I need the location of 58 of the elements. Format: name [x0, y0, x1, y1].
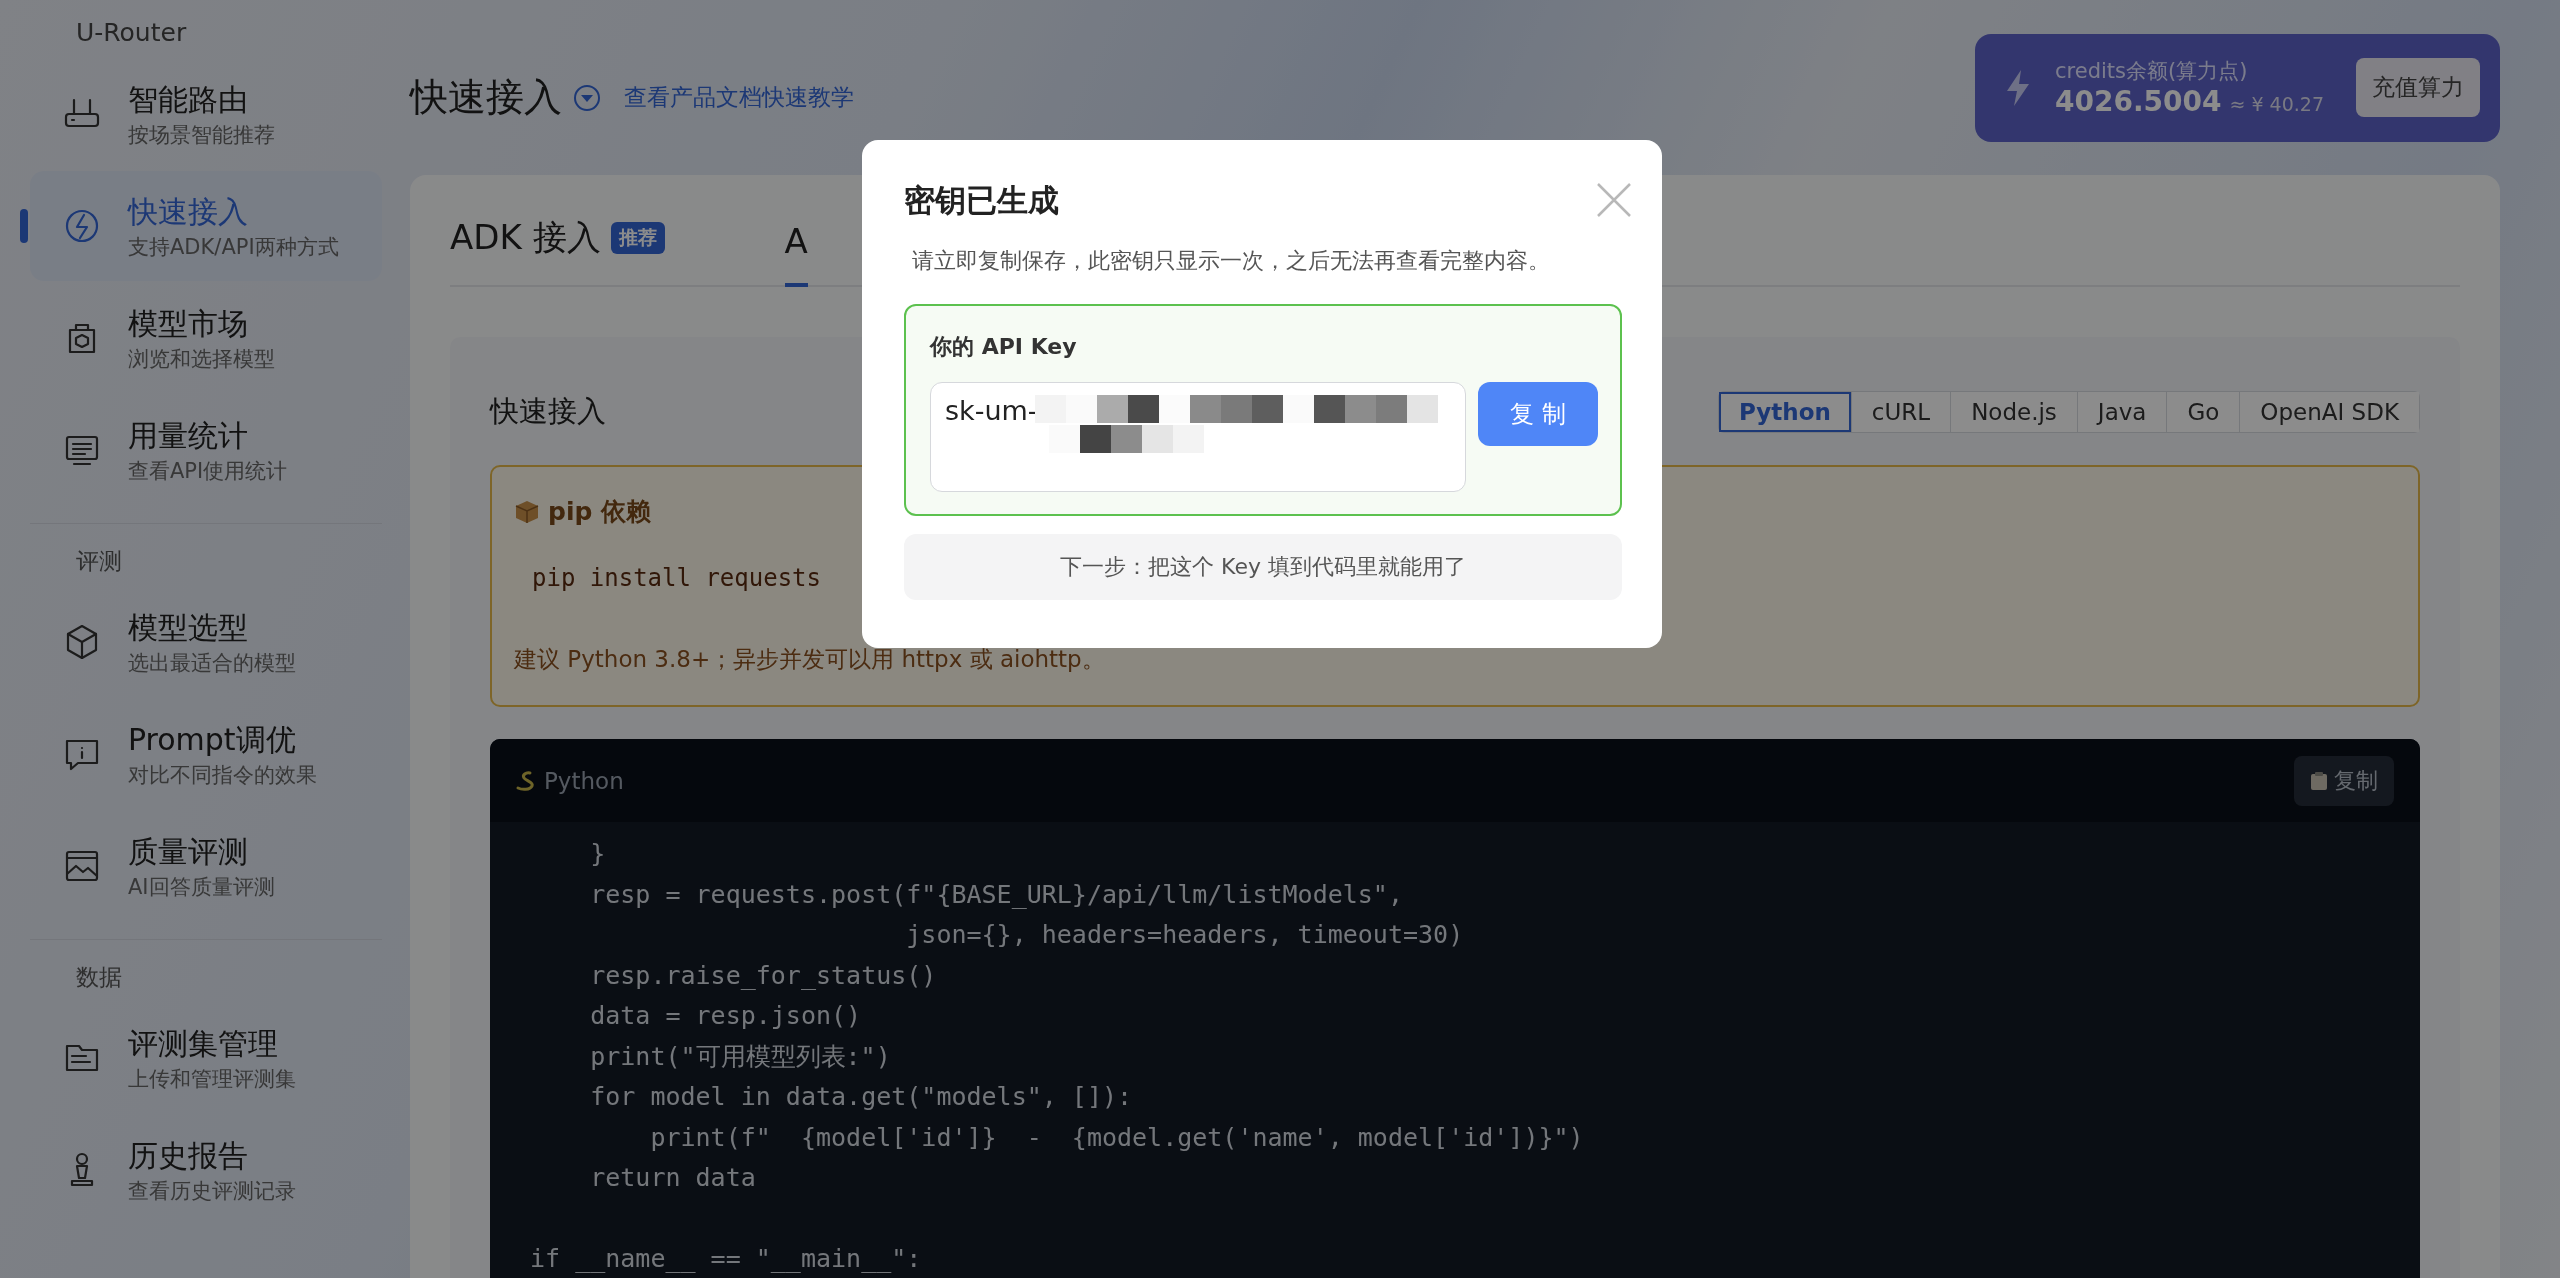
copy-key-button[interactable]: 复 制: [1478, 382, 1598, 446]
credits-label: credits余额(算力点): [2055, 58, 2249, 85]
sidebar-item-subtitle: 对比不同指令的效果: [128, 761, 317, 789]
close-button[interactable]: [1596, 182, 1632, 218]
sidebar-item[interactable]: 模型市场 浏览和选择模型: [30, 283, 382, 393]
section-title: 快速接入: [490, 393, 606, 430]
sidebar-item[interactable]: 评测集管理 上传和管理评测集: [30, 1003, 382, 1113]
api-key-field[interactable]: sk-um-: [930, 382, 1466, 492]
dialog-title: 密钥已生成: [904, 181, 1059, 220]
next-step-hint: 下一步：把这个 Key 填到代码里就能用了: [904, 534, 1622, 600]
pip-command: pip install requests: [532, 564, 821, 592]
sidebar-item-subtitle: 支持ADK/API两种方式: [128, 233, 339, 261]
section-label: 评测: [75, 547, 123, 576]
clipboard-icon: [2310, 770, 2328, 791]
sidebar-item-subtitle: 选出最适合的模型: [128, 649, 296, 677]
sidebar-item-subtitle: AI回答质量评测: [128, 873, 275, 901]
sidebar-item-subtitle: 按场景智能推荐: [128, 121, 275, 149]
sidebar-item-title: 模型选型: [128, 608, 249, 647]
docs-link[interactable]: 查看产品文档快速教学: [624, 82, 854, 113]
pip-title: pip 依赖: [548, 496, 652, 528]
code-language: Python: [544, 767, 624, 794]
sidebar-item-subtitle: 查看API使用统计: [128, 457, 288, 485]
dropdown-caret-icon[interactable]: [572, 82, 602, 113]
pip-note: 建议 Python 3.8+；异步并发可以用 httpx 或 aiohttp。: [514, 645, 1105, 674]
section-label: 数据: [75, 963, 123, 992]
tab[interactable]: A: [784, 221, 808, 287]
dialog-description: 请立即复制保存，此密钥只显示一次，之后无法再查看完整内容。: [912, 247, 1551, 275]
sidebar-item-title: 质量评测: [128, 832, 249, 871]
sidebar-item-subtitle: 浏览和选择模型: [128, 345, 275, 373]
sidebar-item[interactable]: 用量统计 查看API使用统计: [30, 395, 382, 505]
sidebar-item[interactable]: 质量评测 AI回答质量评测: [30, 811, 382, 921]
sidebar-item[interactable]: 历史报告 查看历史评测记录: [30, 1115, 382, 1225]
sidebar-item-title: 智能路由: [128, 80, 249, 119]
language-tab[interactable]: OpenAI SDK: [2239, 392, 2419, 432]
sidebar-item-title: 模型市场: [128, 304, 249, 343]
snake-icon: [514, 769, 536, 792]
page-title: 快速接入: [410, 74, 562, 121]
sidebar-item-title: Prompt调优: [128, 720, 297, 759]
sidebar-item[interactable]: Prompt调优 对比不同指令的效果: [30, 699, 382, 809]
package-icon: [514, 498, 540, 525]
language-tab[interactable]: Python: [1719, 392, 1851, 432]
recommended-badge: 推荐: [610, 222, 665, 254]
credits-approx-value: ≈ ¥ 40.27: [2229, 93, 2324, 115]
sidebar-item-title: 用量统计: [128, 416, 249, 455]
sidebar-item-title: 历史报告: [128, 1136, 249, 1175]
brand-name: U-Router: [75, 18, 188, 49]
sidebar-item-subtitle: 查看历史评测记录: [128, 1177, 296, 1205]
code-text: } resp = requests.post(f"{BASE_URL}/api/llm/listModels", json={}, headers=headers, timeout=30) resp.raise_for_status() data = resp.json() print("可用模型列表:") for model in data.get("models", []): print(f" {model['id']} - {model.get('name', model['id'])}") return data if __name__ == "__main__":: [529, 838, 1585, 1275]
sidebar-item[interactable]: 模型选型 选出最适合的模型: [30, 587, 382, 697]
sidebar-item-title: 快速接入: [128, 192, 249, 231]
sidebar-item-title: 评测集管理: [128, 1024, 279, 1063]
copy-code-button[interactable]: 复制: [2294, 755, 2394, 806]
api-key-label: 你的 API Key: [930, 333, 1078, 361]
credits-amount: 4026.5004: [2055, 85, 2222, 118]
tab[interactable]: ADK 接入 推荐: [450, 215, 665, 287]
sidebar-item[interactable]: 智能路由 按场景智能推荐: [30, 59, 382, 169]
recharge-button[interactable]: 充值算力: [2356, 58, 2480, 117]
sidebar-item-subtitle: 上传和管理评测集: [128, 1065, 296, 1093]
